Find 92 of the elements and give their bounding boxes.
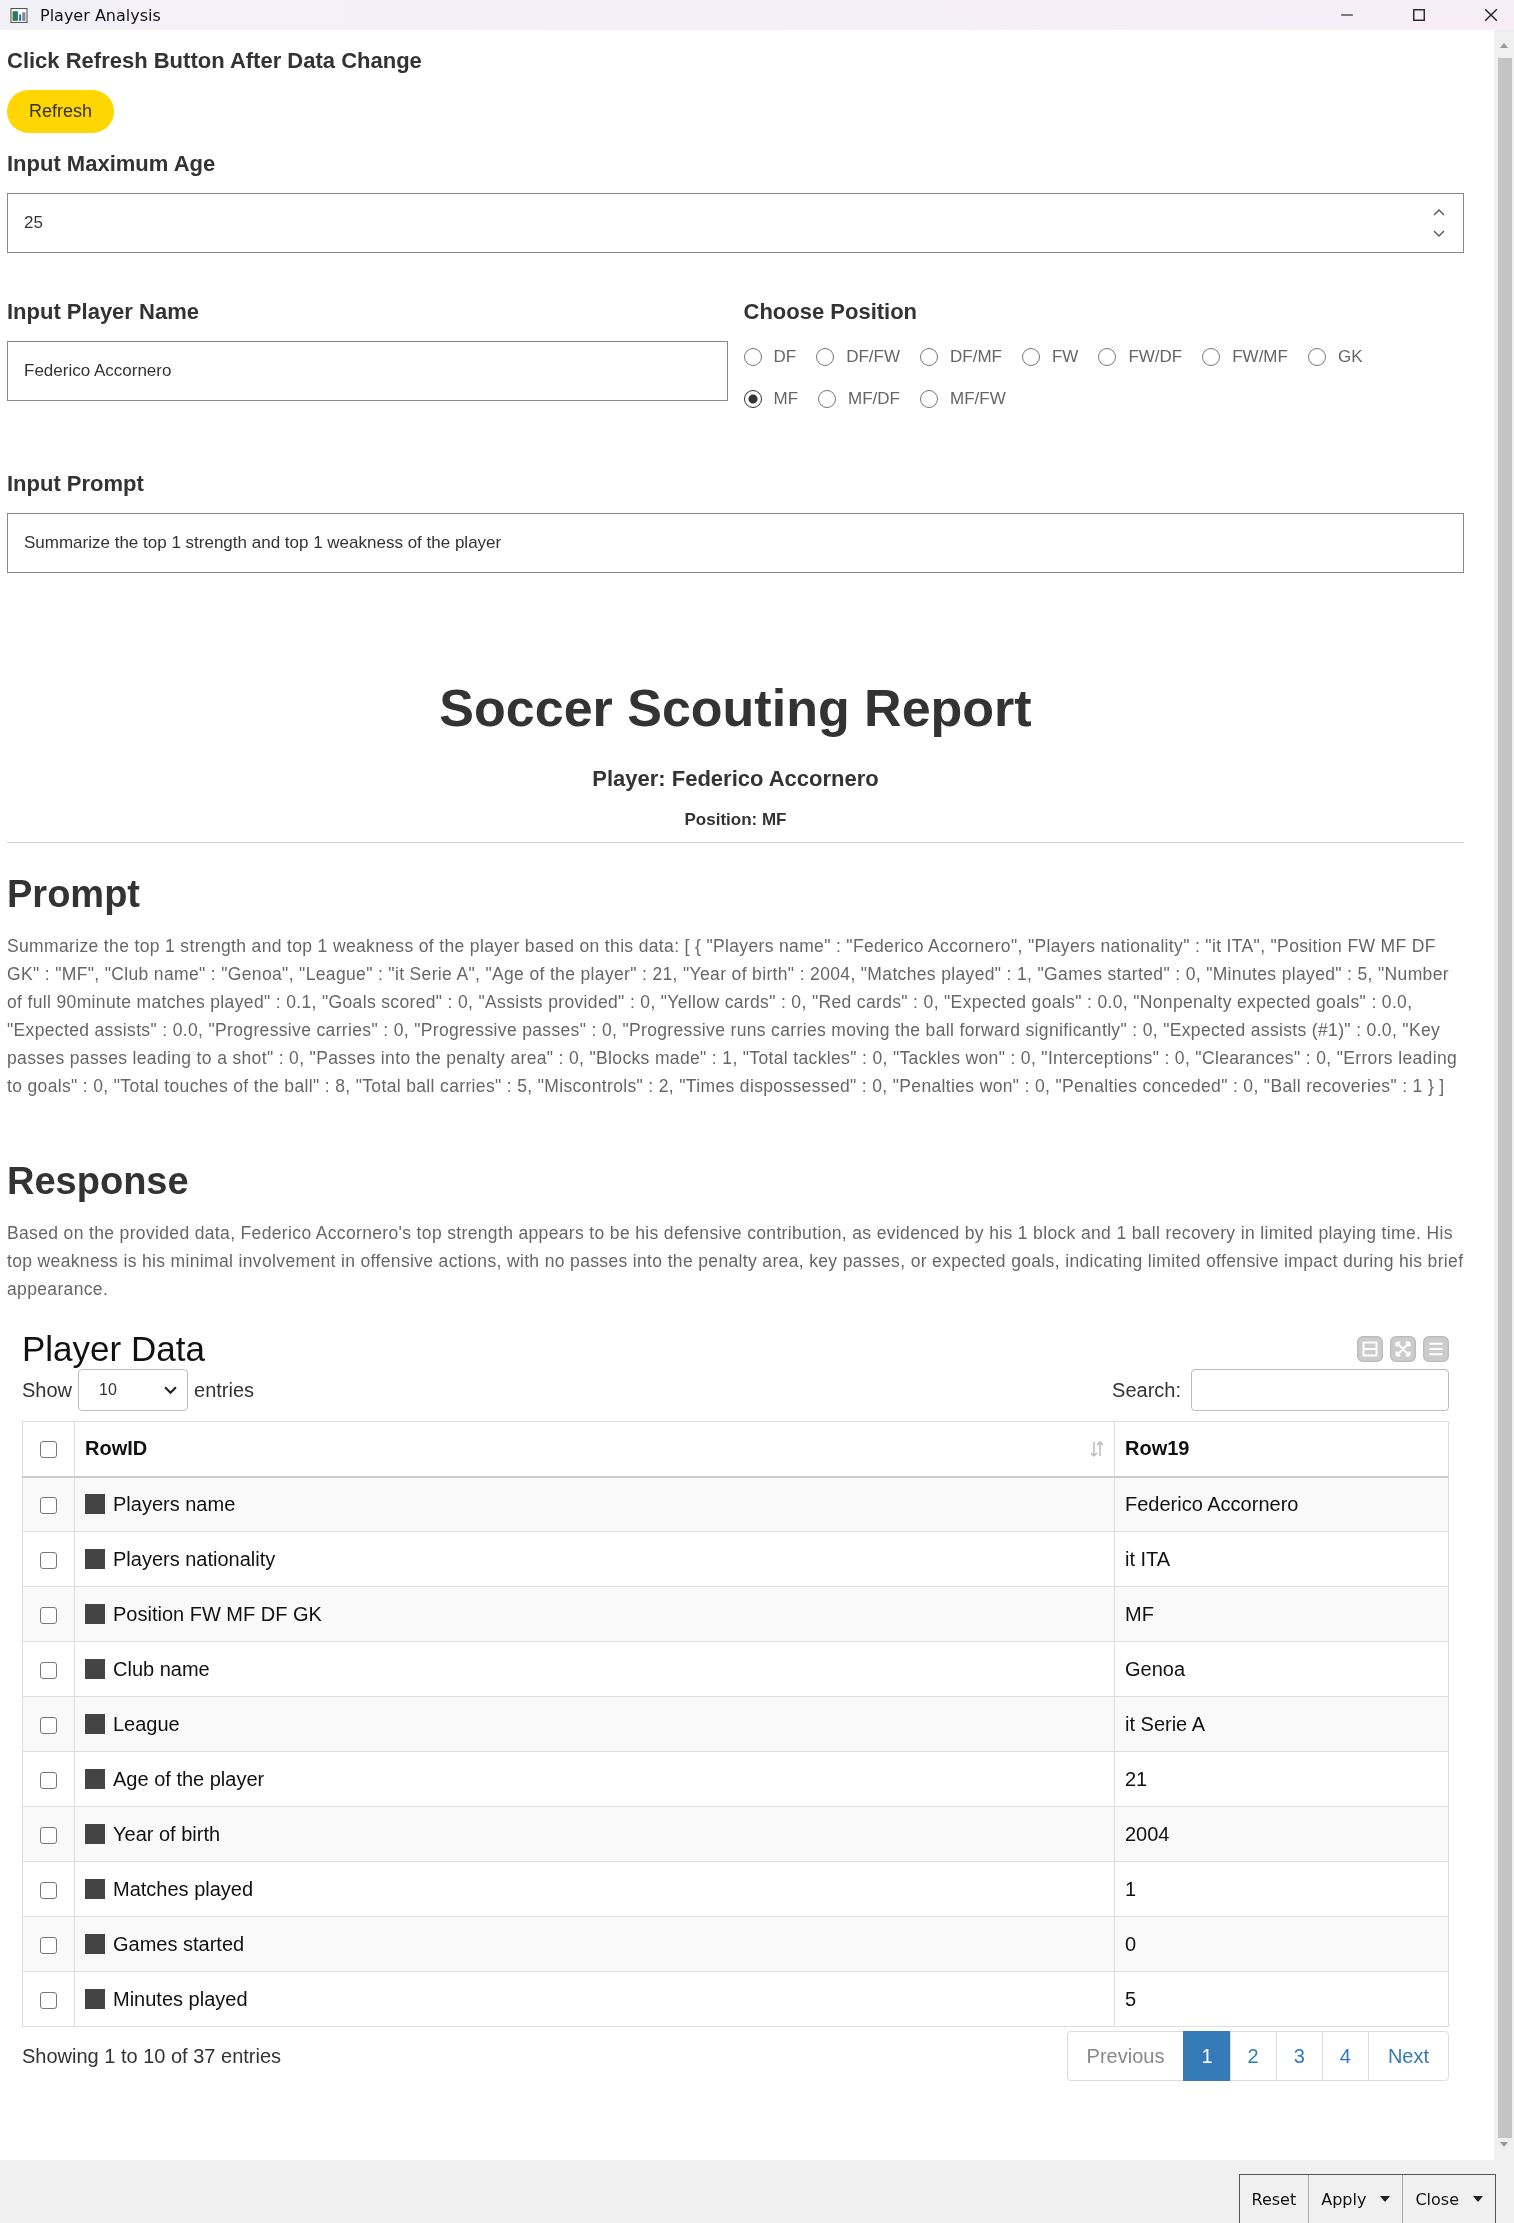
table-title: Player Data [22,1329,205,1369]
table-cell: 21 [1125,1767,1148,1790]
name-input-field[interactable]: Federico Accornero [7,341,728,401]
page-button[interactable]: 4 [1321,2031,1369,2081]
radio-label[interactable]: GK [1337,347,1363,367]
maximize-icon[interactable] [1412,8,1426,22]
field-value: 25 [24,213,43,233]
square-icon [85,1659,105,1679]
chevron-down-icon [164,1385,178,1395]
radio-label[interactable]: DF/MF [950,347,1002,367]
radio-label[interactable]: MF/FW [950,389,1006,409]
table-cell: it ITA [1125,1547,1171,1570]
table-cell: MF [1125,1602,1154,1625]
radio-group-label: Choose Position [743,299,919,325]
square-icon [85,1769,105,1789]
field-label: Input Player Name [7,299,200,325]
age-input-field[interactable]: 25 [7,193,1464,253]
table-cell: it Serie A [1125,1712,1206,1735]
section-heading: Response [7,1160,190,1203]
row-checkbox[interactable] [40,1881,57,1899]
page-button[interactable]: 2 [1229,2031,1277,2081]
position-subtitle: Position: MF [683,810,788,830]
square-icon [85,1989,105,2009]
dropdown-arrow-icon[interactable] [1380,2196,1391,2202]
response-text: Based on the provided data, Federico Accornero's top strength appears to be his defensive contribution, as evidenced by his 1 block and 1 ball recovery in limited playing time. His top weakness is his minimal involvement in offensive actions, with no passes into the penalty area, key passes, or expected goals, indicating limited offensive impact during his brief appearance. [7,1222,1464,1301]
radio-label[interactable]: FW [1051,347,1079,367]
table-cell: Matches played [113,1877,254,1901]
select-all-checkbox[interactable] [40,1441,57,1459]
search-field[interactable] [1191,1369,1449,1411]
row-checkbox[interactable] [40,1936,57,1954]
radio-label[interactable]: MF/DF [848,389,900,409]
square-icon [85,1934,105,1954]
entries-label: entries [194,1378,255,1402]
row-checkbox[interactable] [40,1496,57,1514]
search-label: Search: [1112,1378,1181,1402]
table-cell: Players nationality [113,1547,276,1571]
table-cell: League [113,1712,180,1736]
row-checkbox[interactable] [40,1826,57,1844]
table-cell: 1 [1125,1877,1137,1900]
table-cell: Minutes played [113,1987,248,2011]
radio-button[interactable] [743,390,762,408]
table-cell: Year of birth [113,1822,221,1846]
row-checkbox[interactable] [40,1716,57,1734]
table-cell: Club name [113,1657,210,1681]
page-button[interactable]: 1 [1183,2031,1231,2081]
prompt-text: Summarize the top 1 strength and top 1 weakness of the player based on this data: [ { "Players name" : "Federico Accornero", "Players nationality" : "it ITA", "Position FW MF DF GK" : "MF", "Club name" : "Genoa", "League" : "it Serie A", "Age of the player" : 21, "Year of birth" : 2004, "Matches played" : 1, "Games started" : 0, "Minutes played" : 5, "Number of full 90minute matches played" : 0.1, "Goals scored" : 0, "Assists provided" : 0, "Yellow cards" : 0, "Red cards" : 0, "Expected goals" : 0.0, "Nonpenalty expected goals" : 0.0, "Expected assists" : 0.0, "Progressive carries" : 0, "Progressive passes" : 0, "Progressive runs carries moving the ball forward significantly" : 0, "Expected assists (#1)" : 0.0, "Key passes passes leading to a shot" : 0, "Passes into the penalty area" : 0, "Blocks made" : 1, "Total tackles" : 0, "Tackles won" : 0, "Interceptions" : 0, "Clearances" : 0, "Errors leading to goals" : 0, "Total touches of the ball" : 8, "Total ball carries" : 5, "Miscontrols" : 2, "Times dispossessed" : 0, "Penalties won" : 0, "Penalties conceded" : 0, "Ball recoveries" : 1 } ] [7,935,1459,1098]
table-cell: Games started [113,1932,245,1956]
column-header[interactable]: Row19 [1125,1437,1190,1460]
table-cell: Position FW MF DF GK [113,1602,322,1626]
row-checkbox[interactable] [40,1551,57,1569]
table-cell: 2004 [1125,1822,1170,1845]
square-icon [85,1549,105,1569]
radio-label[interactable]: DF/FW [846,347,900,367]
radio-label[interactable]: DF [773,347,797,367]
page-length-select[interactable]: 10 [78,1369,189,1411]
table-cell: Players name [113,1492,236,1516]
square-icon [85,1714,105,1734]
app-icon [10,7,28,23]
refresh-button[interactable]: Refresh [7,90,115,133]
report-title: Soccer Scouting Report [438,678,1033,738]
section-heading: Prompt [7,873,141,916]
pagination-link[interactable]: Previous [1066,2031,1185,2081]
row-checkbox[interactable] [40,1771,57,1789]
field-label: Input Maximum Age [7,151,217,177]
scrollbar-drawing[interactable] [1494,30,1514,2160]
prompt-input-field[interactable]: Summarize the top 1 strength and top 1 weakness of the player [7,513,1464,573]
square-icon [85,1604,105,1624]
square-icon [85,1824,105,1844]
radio-label[interactable]: MF [773,389,799,409]
show-label: Show [22,1378,73,1402]
close-icon[interactable] [1484,8,1498,22]
table-cell: Age of the player [113,1767,265,1791]
player-subtitle: Player: Federico Accornero [591,766,880,792]
square-icon [85,1494,105,1515]
refresh-note: Click Refresh Button After Data Change [7,48,423,74]
row-checkbox[interactable] [40,1606,57,1624]
table-cell: 5 [1125,1987,1137,2010]
table-cell: Genoa [1125,1657,1186,1680]
square-icon [85,1879,105,1899]
dropdown-arrow-icon[interactable] [1473,2196,1483,2202]
pagination-link[interactable]: Next [1367,2031,1449,2081]
table-cell: 0 [1125,1932,1137,1955]
column-header[interactable]: RowID [85,1437,148,1461]
row-checkbox[interactable] [40,1991,57,2009]
radio-label[interactable]: FW/DF [1128,347,1183,367]
field-label: Input Prompt [7,471,145,497]
window-title: Player Analysis [40,5,161,25]
row-checkbox[interactable] [40,1661,57,1679]
page-button[interactable]: 3 [1275,2031,1323,2081]
table-cell: Federico Accornero [1125,1492,1299,1515]
radio-label[interactable]: FW/MF [1232,347,1288,367]
table-info: Showing 1 to 10 of 37 entries [22,2044,282,2068]
